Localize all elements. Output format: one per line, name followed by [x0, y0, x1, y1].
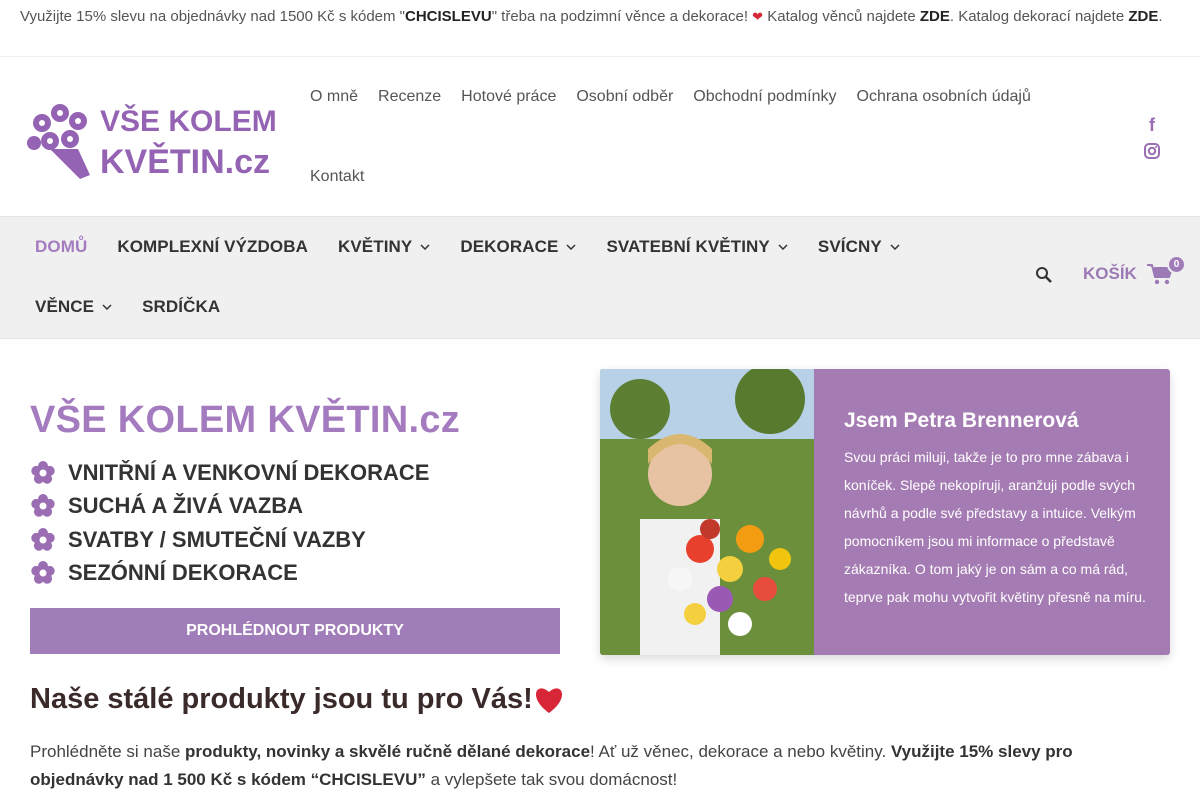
cart-label: KOŠÍK — [1083, 264, 1137, 283]
nav-domu[interactable]: DOMŮ — [20, 237, 102, 257]
decor-catalog-link[interactable]: ZDE — [1128, 8, 1158, 25]
nav-dekorace-label: DEKORACE — [460, 237, 559, 256]
topnav-o-mne[interactable]: O mně — [300, 88, 368, 106]
about-card: Jsem Petra Brennerová Svou práci miluji,… — [600, 369, 1170, 655]
feature-item: VNITŘNÍ A VENKOVNÍ DEKORACE — [30, 456, 560, 490]
nav-srdicka[interactable]: SRDÍČKA — [127, 297, 235, 317]
promo-text-3: Katalog věnců najdete — [763, 8, 920, 25]
nav-svatebni-kvetiny-label: SVATEBNÍ KVĚTINY — [606, 237, 770, 256]
about-bio: Svou práci miluji, takže je to pro mne z… — [844, 449, 1146, 605]
cart-count-badge: 0 — [1167, 255, 1186, 274]
feature-label: SVATBY / SMUTEČNÍ VAZBY — [68, 526, 366, 552]
flower-icon — [31, 494, 55, 517]
search-icon[interactable] — [1035, 266, 1053, 284]
about-name: Jsem Petra Brennerová — [844, 409, 1079, 432]
site-header: VŠE KOLEM KVĚTIN.cz O mně Recenze Hotové… — [0, 57, 1200, 217]
browse-products-button[interactable]: PROHLÉDNOUT PRODUKTY — [30, 608, 560, 654]
hero-title: VŠE KOLEM KVĚTIN.cz — [30, 399, 461, 441]
cart-button[interactable]: KOŠÍK 0 — [1083, 255, 1186, 285]
about-text: Jsem Petra Brennerová Svou práci miluji,… — [844, 409, 1154, 611]
main-navigation: DOMŮ KOMPLEXNÍ VÝZDOBA KVĚTINY DEKORACE … — [0, 217, 1200, 339]
facebook-icon[interactable]: f — [1149, 115, 1155, 135]
products-text-5: a vylepšete tak svou domácnost! — [425, 770, 678, 789]
feature-item: SEZÓNNÍ DEKORACE — [30, 557, 560, 591]
nav-svicny-label: SVÍCNY — [817, 237, 882, 256]
products-heading: Naše stálé produkty jsou tu pro Vás! — [30, 683, 1170, 716]
products-intro: Naše stálé produkty jsou tu pro Vás! Pro… — [30, 683, 1170, 794]
nav-kvetiny-label: KVĚTINY — [337, 237, 413, 256]
feature-label: VNITŘNÍ A VENKOVNÍ DEKORACE — [68, 459, 430, 485]
feature-item: SUCHÁ A ŽIVÁ VAZBA — [30, 490, 560, 524]
wreath-catalog-link[interactable]: ZDE — [920, 8, 950, 25]
flower-icon — [31, 527, 55, 551]
nav-kvetiny[interactable]: KVĚTINY — [323, 237, 445, 257]
chevron-down-icon — [566, 244, 576, 250]
heart-icon: ❤ — [752, 9, 764, 24]
logo-line-2: KVĚTIN.cz — [100, 143, 270, 181]
topnav-obchodni-podminky[interactable]: Obchodní podmínky — [683, 88, 846, 106]
topnav-osobni-odber[interactable]: Osobní odběr — [566, 88, 683, 106]
products-text-1: Prohlédněte si naše — [30, 742, 185, 761]
nav-komplexni-vyzdoba-label: KOMPLEXNÍ VÝZDOBA — [117, 237, 308, 256]
chevron-down-icon — [420, 244, 430, 250]
promo-text-4: . Katalog dekorací najdete — [949, 8, 1129, 25]
nav-domu-label: DOMŮ — [35, 237, 88, 256]
promo-text-5: . — [1158, 8, 1163, 25]
promo-code: CHCISLEVU — [405, 8, 492, 25]
chevron-down-icon — [778, 244, 788, 250]
nav-vence-label: VĚNCE — [35, 297, 95, 316]
logo-line-1: VŠE KOLEM — [100, 104, 277, 138]
feature-label: SEZÓNNÍ DEKORACE — [68, 560, 298, 586]
florist-photo — [600, 369, 814, 655]
nav-svicny[interactable]: SVÍCNY — [803, 237, 915, 257]
products-heading-text: Naše stálé produkty jsou tu pro Vás! — [30, 683, 533, 715]
social-links: f — [1144, 115, 1160, 159]
flower-icon — [31, 561, 55, 584]
logo-icon: VŠE KOLEM KVĚTIN.cz — [27, 104, 277, 181]
topnav-hotove-prace[interactable]: Hotové práce — [451, 88, 566, 106]
products-description: Prohlédněte si naše produkty, novinky a … — [30, 738, 1170, 794]
nav-srdicka-label: SRDÍČKA — [142, 297, 221, 316]
feature-label: SUCHÁ A ŽIVÁ VAZBA — [68, 493, 304, 519]
products-text-3: ! Ať už věnec, dekorace a nebo květiny. — [590, 742, 891, 761]
topnav-recenze[interactable]: Recenze — [368, 88, 451, 106]
products-text-2: produkty, novinky a skvělé ručně dělané … — [185, 742, 591, 761]
site-logo[interactable]: VŠE KOLEM KVĚTIN.cz — [20, 95, 282, 181]
topnav-kontakt[interactable]: Kontakt — [300, 168, 374, 186]
nav-svatebni-kvetiny[interactable]: SVATEBNÍ KVĚTINY — [591, 237, 802, 257]
nav-komplexni-vyzdoba[interactable]: KOMPLEXNÍ VÝZDOBA — [102, 237, 323, 257]
nav-vence[interactable]: VĚNCE — [20, 297, 127, 317]
top-navigation: O mně Recenze Hotové práce Osobní odběr … — [300, 57, 1080, 217]
instagram-icon[interactable] — [1144, 143, 1160, 159]
hero-content: VŠE KOLEM KVĚTIN.cz VNITŘNÍ A VENKOVNÍ D… — [30, 399, 560, 654]
chevron-down-icon — [102, 304, 112, 310]
flower-icon — [31, 460, 55, 484]
topnav-ochrana-udaju[interactable]: Ochrana osobních údajů — [847, 88, 1041, 106]
chevron-down-icon — [890, 244, 900, 250]
heart-icon — [535, 687, 562, 713]
promo-text-2: " třeba na podzimní věnce a dekorace! — [491, 8, 753, 25]
promo-text-1: Využijte 15% slevu na objednávky nad 150… — [20, 8, 405, 25]
hero-section: VŠE KOLEM KVĚTIN.cz VNITŘNÍ A VENKOVNÍ D… — [0, 339, 1200, 679]
promo-bar: Využijte 15% slevu na objednávky nad 150… — [0, 0, 1200, 57]
feature-list: VNITŘNÍ A VENKOVNÍ DEKORACE SUCHÁ A ŽIVÁ… — [30, 456, 560, 590]
nav-dekorace[interactable]: DEKORACE — [445, 237, 591, 257]
feature-item: SVATBY / SMUTEČNÍ VAZBY — [30, 523, 560, 557]
